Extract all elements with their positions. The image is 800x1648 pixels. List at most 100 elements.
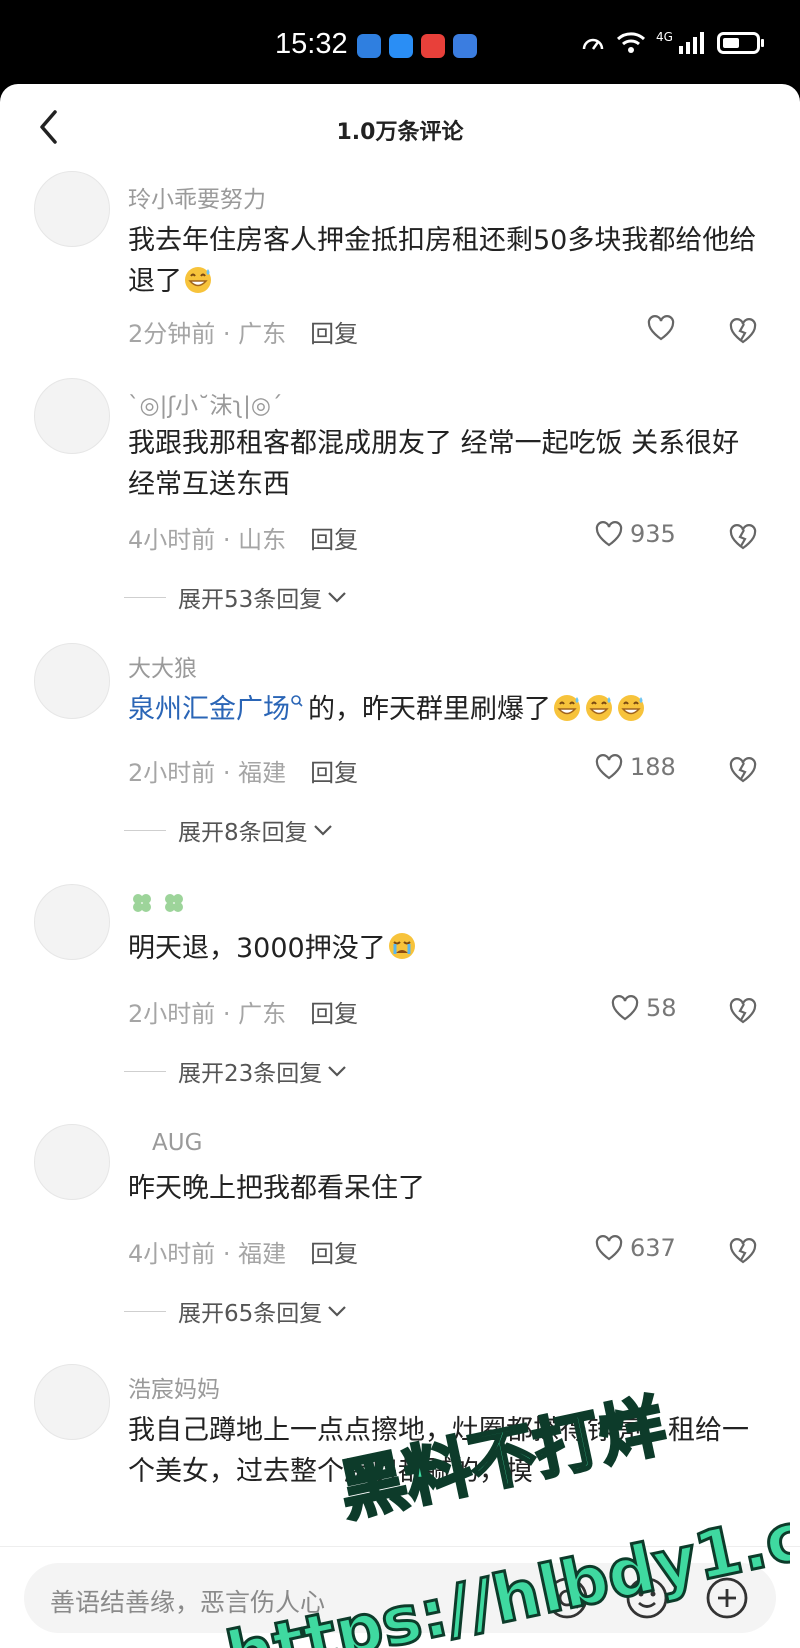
comment-location: 福建 <box>238 1240 287 1268</box>
comment-text: 明天退，3000押没了 <box>128 928 768 969</box>
comment-text: 我跟我那租客都混成朋友了 经常一起吃饭 关系很好 经常互送东西 <box>128 428 740 500</box>
comment-input-bar: 善语结善缘，恶言伤人心 <box>0 1546 800 1648</box>
comment-location: 广东 <box>238 320 287 348</box>
heart-icon <box>595 521 623 547</box>
comment-item: 浩宸妈妈 我自己蹲地上一点点擦地，灶圈都搽得铮亮，租给一个美女，过去整个厨房都腻… <box>0 1364 800 1564</box>
dislike-icon[interactable] <box>728 1236 758 1266</box>
avatar[interactable] <box>34 884 110 960</box>
avatar[interactable] <box>34 643 110 719</box>
comment-input[interactable]: 善语结善缘，恶言伤人心 <box>24 1563 776 1633</box>
laugh-sweat-emoji-icon <box>554 695 580 721</box>
battery-icon <box>716 32 764 54</box>
divider-line <box>124 1070 166 1072</box>
chevron-down-icon <box>328 1306 347 1317</box>
laugh-sweat-emoji-icon <box>586 695 612 721</box>
shield-app-icon <box>357 34 381 58</box>
comment-meta: 2小时前 · 广东 回复 <box>128 1000 359 1028</box>
at-mention-icon[interactable] <box>544 1575 590 1621</box>
search-icon <box>291 695 303 707</box>
red-app-icon <box>421 34 445 58</box>
expand-replies-button[interactable]: 展开65条回复 <box>124 1294 348 1328</box>
emoji-icon[interactable] <box>624 1575 670 1621</box>
like-button[interactable]: 58 <box>610 994 677 1022</box>
avatar[interactable] <box>34 171 110 247</box>
laugh-sweat-emoji-icon <box>185 267 211 293</box>
comment-text-body: 明天退，3000押没了 <box>128 933 386 964</box>
crying-emoji-icon <box>388 933 415 959</box>
comment-time: 2小时前 <box>128 759 216 787</box>
comment-meta: 2分钟前 · 广东 回复 <box>128 320 359 348</box>
like-button[interactable]: 637 <box>594 1234 676 1262</box>
reply-button[interactable]: 回复 <box>310 759 358 787</box>
comment-username-decoration[interactable] <box>128 888 192 926</box>
dislike-icon[interactable] <box>728 522 758 552</box>
expand-replies-label: 展开8条回复 <box>178 820 308 846</box>
comment-username[interactable]: 大大狼 <box>128 649 197 683</box>
reply-button[interactable]: 回复 <box>310 1000 358 1028</box>
comment-text: 我去年住房客人押金抵扣房租还剩50多块我都给他给退了 <box>128 220 768 302</box>
expand-replies-button[interactable]: 展开23条回复 <box>124 1054 348 1088</box>
network-label: 4G <box>656 30 673 44</box>
dislike-icon[interactable] <box>728 316 758 346</box>
expand-replies-button[interactable]: 展开8条回复 <box>124 813 334 847</box>
clover-icon <box>133 894 183 912</box>
reply-button[interactable]: 回复 <box>310 526 358 554</box>
browser-app-icon <box>453 34 477 58</box>
expand-replies-label: 展开65条回复 <box>178 1301 323 1327</box>
comment-username[interactable]: ˋ◎|ʃ小˘沫ʅ|◎ˊ <box>128 386 282 420</box>
comment-text-body: 的，昨天群里刷爆了 <box>308 694 551 725</box>
comment-location: 福建 <box>238 759 287 787</box>
reply-button[interactable]: 回复 <box>310 1240 358 1268</box>
like-count: 637 <box>630 1234 676 1262</box>
like-count: 58 <box>646 994 677 1022</box>
avatar[interactable] <box>34 378 110 454</box>
location-link[interactable]: 泉州汇金广场 <box>128 694 290 725</box>
comment-time: 2小时前 <box>128 1000 216 1028</box>
comment-text: 昨天晚上把我都看呆住了 <box>128 1173 425 1204</box>
comment-meta: 2小时前 · 福建 回复 <box>128 759 359 787</box>
avatar[interactable] <box>34 1124 110 1200</box>
status-bar: 15:32 4G <box>0 0 800 92</box>
comment-time: 4小时前 <box>128 1240 216 1268</box>
dislike-icon[interactable] <box>728 755 758 785</box>
like-count: 935 <box>630 520 676 548</box>
comment-time: 2分钟前 <box>128 320 216 348</box>
chevron-down-icon <box>328 1066 347 1077</box>
like-button[interactable] <box>646 314 682 342</box>
comment-input-placeholder: 善语结善缘，恶言伤人心 <box>50 1588 326 1617</box>
status-time: 15:32 <box>275 28 348 60</box>
heart-icon <box>595 754 623 780</box>
comment-location: 广东 <box>238 1000 287 1028</box>
expand-replies-button[interactable]: 展开53条回复 <box>124 580 348 614</box>
reply-button[interactable]: 回复 <box>310 320 358 348</box>
comment-item: 明天退，3000押没了 2小时前 · 广东 回复 58 展开23条回复 <box>0 884 800 1087</box>
chevron-down-icon <box>313 825 332 836</box>
heart-icon <box>611 995 639 1021</box>
comment-location: 山东 <box>238 526 287 554</box>
comment-text: 我自己蹲地上一点点擦地，灶圈都搽得铮亮，租给一个美女，过去整个厨房都腻的，摸 <box>128 1415 749 1487</box>
divider-line <box>124 1310 166 1312</box>
comment-text-body: 我去年住房客人押金抵扣房租还剩50多块我都给他给退了 <box>128 225 757 297</box>
like-button[interactable]: 935 <box>594 520 676 548</box>
avatar[interactable] <box>34 1364 110 1440</box>
comment-meta: 4小时前 · 福建 回复 <box>128 1240 359 1268</box>
expand-replies-label: 展开53条回复 <box>178 587 323 613</box>
like-button[interactable]: 188 <box>594 753 676 781</box>
wifi-icon <box>616 32 646 53</box>
speed-icon <box>582 38 604 50</box>
comment-username[interactable]: AUG <box>152 1130 202 1156</box>
comment-username[interactable]: 玲小乖要努力 <box>128 180 266 214</box>
dislike-icon[interactable] <box>728 996 758 1026</box>
heart-icon <box>647 315 675 341</box>
comments-sheet: 1.0万条评论 玲小乖要努力 我去年住房客人押金抵扣房租还剩50多块我都给他给退… <box>0 84 800 1648</box>
comment-item: 大大狼 泉州汇金广场 的，昨天群里刷爆了 2小时前 · 福建 回复 188 展开8条… <box>0 643 800 846</box>
signal-icon <box>678 32 704 54</box>
comment-item: ˋ◎|ʃ小˘沫ʅ|◎ˊ 我跟我那租客都混成朋友了 经常一起吃饭 关系很好 经常互… <box>0 378 800 613</box>
comment-item: 玲小乖要努力 我去年住房客人押金抵扣房租还剩50多块我都给他给退了 2分钟前 ·… <box>0 168 800 368</box>
comments-count-title: 1.0万条评论 <box>336 120 464 145</box>
divider-line <box>124 829 166 831</box>
add-icon[interactable] <box>704 1575 750 1621</box>
comment-text: 泉州汇金广场 的，昨天群里刷爆了 <box>128 689 768 730</box>
comment-username[interactable]: 浩宸妈妈 <box>128 1370 220 1404</box>
heart-icon <box>595 1235 623 1261</box>
